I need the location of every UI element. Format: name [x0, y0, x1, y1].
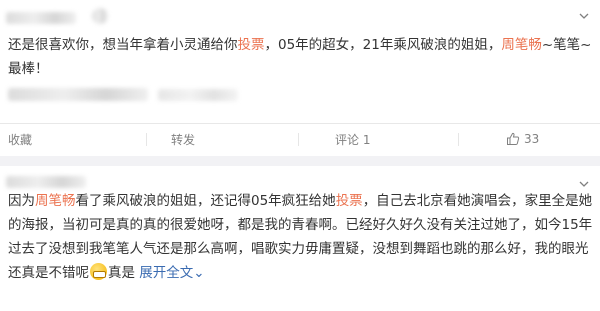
- favorite-label: 收藏: [8, 132, 33, 147]
- repost-button[interactable]: 转发: [171, 124, 195, 154]
- action-separator: [298, 133, 299, 146]
- expand-full-text-link[interactable]: ⌄: [193, 265, 204, 281]
- post-text-segment: 真是: [108, 265, 140, 281]
- post1-attachment-blurred-2: [158, 89, 238, 101]
- post-separator-band: [0, 156, 600, 166]
- post1-username-blurred: [6, 12, 76, 24]
- like-count: 33: [524, 132, 540, 146]
- topic-link[interactable]: 周笔畅: [35, 193, 76, 209]
- topic-link[interactable]: 投票: [336, 193, 363, 209]
- post1-action-bar: 收藏 转发 评论 1 33: [0, 124, 600, 154]
- topic-link[interactable]: 周笔畅: [501, 37, 542, 53]
- comment-button[interactable]: 评论 1: [335, 124, 370, 154]
- repost-label: 转发: [171, 132, 196, 147]
- post2-text: 因为周笔畅看了乘风破浪的姐姐，还记得05年疯狂给她投票，自己去北京看她演唱会，家…: [8, 189, 594, 285]
- post-text-segment: 还是很喜欢你，想当年拿着小灵通给你: [8, 37, 238, 53]
- post1-attachment-blurred: [8, 88, 148, 101]
- post1-text: 还是很喜欢你，想当年拿着小灵通给你投票，05年的超女，21年乘风破浪的姐姐，周笔…: [8, 33, 594, 81]
- grin-emoji-icon: [90, 263, 107, 280]
- post-text-segment: 因为: [8, 193, 35, 209]
- action-separator: [458, 133, 459, 146]
- post1-chevron-down-icon[interactable]: [576, 8, 592, 24]
- favorite-button[interactable]: 收藏: [8, 124, 32, 154]
- post-text-segment: ，05年的超女，21年乘风破浪的姐姐，: [264, 37, 502, 53]
- action-separator: [146, 133, 147, 146]
- comment-label: 评论 1: [335, 132, 371, 147]
- post1-meta-blurred: [92, 8, 108, 24]
- like-button[interactable]: 33: [506, 124, 539, 154]
- post2-username-blurred: [6, 176, 86, 188]
- topic-link[interactable]: 投票: [238, 37, 265, 53]
- expand-full-text-link[interactable]: 展开全文: [139, 265, 193, 281]
- post-text-segment: 看了乘风破浪的姐姐，还记得05年疯狂给她: [75, 193, 336, 209]
- thumbs-up-icon: [506, 132, 520, 146]
